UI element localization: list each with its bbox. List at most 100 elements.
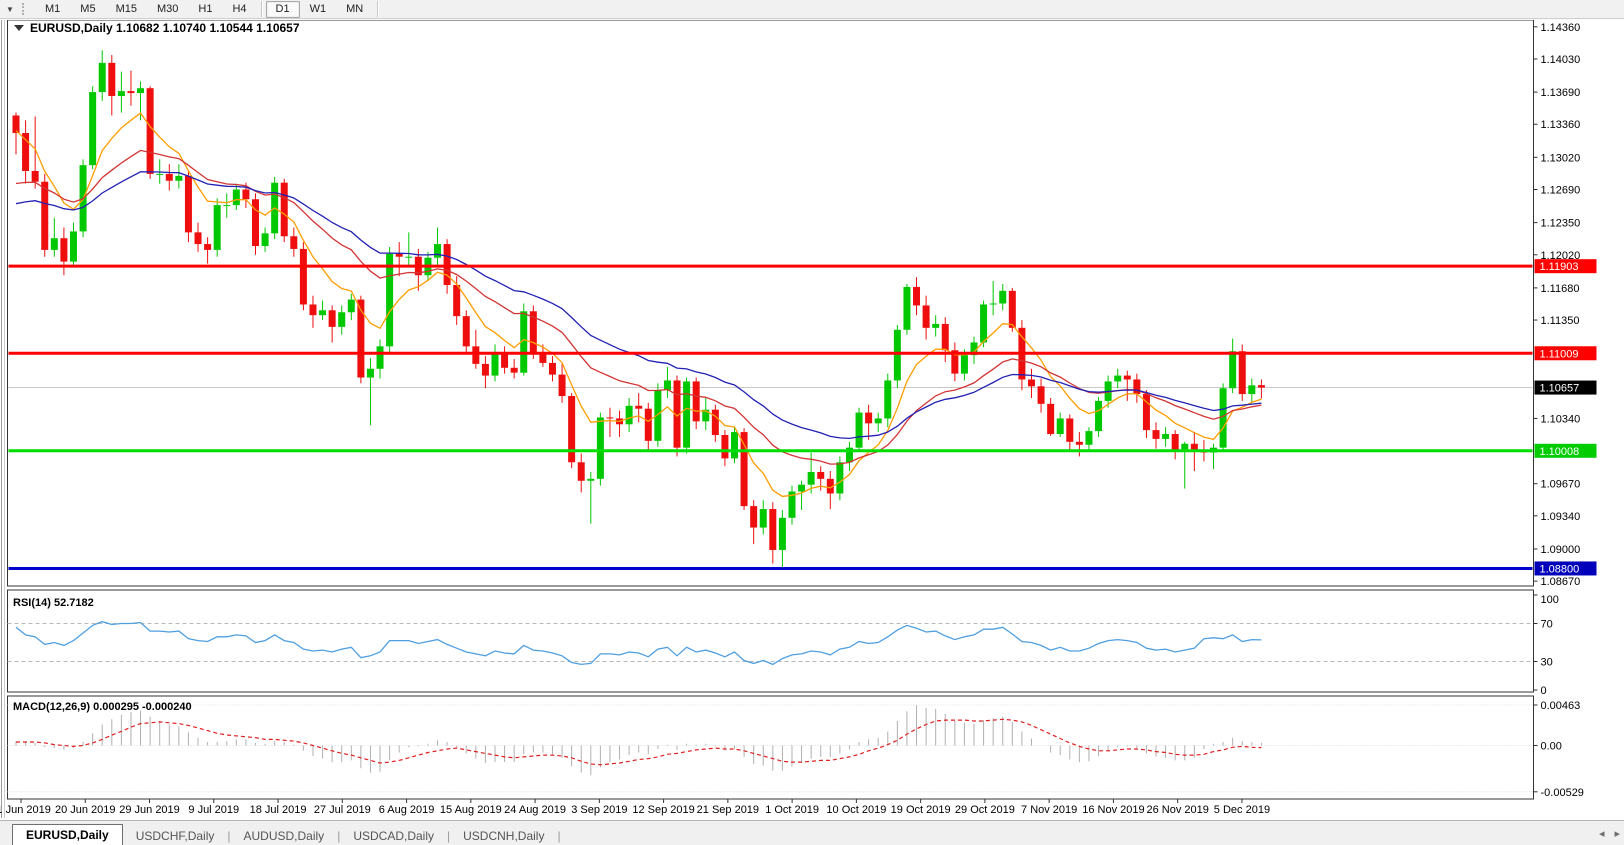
candle-body [999, 291, 1006, 304]
date-axis-label: 21 Sep 2019 [697, 804, 759, 816]
candle-body [262, 233, 269, 246]
candle-body [204, 244, 211, 250]
candle-body [1191, 444, 1198, 450]
candle-body [798, 485, 805, 492]
chart-tabs: EURUSD,DailyUSDCHF,Daily|AUDUSD,Daily|US… [0, 824, 561, 845]
chart-tab-usdcad[interactable]: USDCAD,Daily [340, 827, 447, 845]
timeframe-button-h4[interactable]: H4 [222, 1, 256, 18]
chart-canvas[interactable]: 1.143601.140301.136901.133601.130201.126… [0, 18, 1624, 820]
candle-body [683, 381, 690, 447]
candle-body [1258, 385, 1265, 387]
timeframe-button-d1[interactable]: D1 [266, 1, 300, 18]
toolbar-separator [377, 1, 378, 17]
candle-body [1076, 442, 1083, 445]
candle-body [1038, 386, 1045, 404]
candle-body [32, 171, 39, 182]
price-tag: 1.11903 [1535, 259, 1597, 273]
date-axis-label: 19 Oct 2019 [891, 804, 951, 816]
candle-body [990, 303, 997, 304]
price-axis-label: 1.13360 [1541, 119, 1581, 131]
candle-body [836, 462, 843, 493]
candle-body [568, 396, 575, 462]
candle-body [856, 413, 863, 448]
chart-tabbar: EURUSD,DailyUSDCHF,Daily|AUDUSD,Daily|US… [0, 820, 1624, 845]
rsi-axis-label: 0 [1541, 685, 1547, 697]
candle-body [1066, 418, 1073, 441]
date-axis-label: 29 Jun 2019 [119, 804, 180, 816]
macd-axis-label: 0.00 [1541, 741, 1562, 753]
price-axis-label: 1.09000 [1541, 544, 1581, 556]
candle-body [185, 176, 192, 233]
tab-scroll-right-icon[interactable]: ▸ [1614, 827, 1620, 840]
candle-body [731, 432, 738, 458]
chart-title: EURUSD,Daily 1.10682 1.10740 1.10544 1.1… [14, 21, 300, 35]
date-axis-label: 12 Sep 2019 [632, 804, 694, 816]
candle-body [1047, 404, 1054, 434]
candle-body [300, 249, 307, 305]
candle-body [606, 417, 613, 418]
candle-body [693, 381, 700, 421]
tab-scroll-left-icon[interactable]: ◂ [1599, 827, 1605, 840]
candle-body [195, 232, 202, 244]
macd-axis-label: -0.00529 [1541, 787, 1584, 799]
candle-body [645, 409, 652, 441]
chart-background [0, 18, 1624, 820]
candle-body [214, 205, 221, 250]
timeframe-button-w1[interactable]: W1 [300, 1, 337, 18]
candle-body [865, 413, 872, 424]
candle-body [961, 355, 968, 374]
timeframe-button-h1[interactable]: H1 [188, 1, 222, 18]
candle-body [89, 92, 96, 165]
candle-body [51, 238, 58, 250]
candle-body [405, 257, 412, 258]
candle-body [1229, 351, 1236, 388]
candle-body [511, 368, 518, 373]
candle-body [60, 238, 67, 261]
date-axis-label: 29 Oct 2019 [955, 804, 1015, 816]
chart-tab-usdchf[interactable]: USDCHF,Daily [123, 827, 228, 845]
candle-body [587, 479, 594, 481]
price-axis-label: 1.10340 [1541, 413, 1581, 425]
date-axis-label: 9 Jul 2019 [188, 804, 239, 816]
candle-body [137, 88, 144, 93]
candle-body [463, 316, 470, 346]
chart-tab-audusd[interactable]: AUDUSD,Daily [231, 827, 338, 845]
price-tag-label: 1.11903 [1540, 261, 1579, 273]
timeframe-button-m15[interactable]: M15 [106, 1, 147, 18]
rsi-caption: RSI(14) 52.7182 [13, 597, 94, 609]
rsi-axis-label: 100 [1541, 594, 1559, 606]
price-axis-label: 1.13690 [1541, 87, 1581, 99]
price-tag: 1.11009 [1535, 346, 1597, 360]
candle-body [913, 287, 920, 306]
candle-body [1095, 401, 1102, 431]
candle-body [712, 410, 719, 435]
price-axis-label: 1.14030 [1541, 54, 1581, 66]
candle-body [980, 304, 987, 342]
candle-body [22, 133, 29, 171]
date-axis-label: 11 Jun 2019 [0, 804, 51, 816]
candle-body [1114, 376, 1121, 382]
candle-body [1133, 379, 1140, 394]
date-axis-label: 18 Jul 2019 [250, 804, 307, 816]
candle-body [750, 506, 757, 527]
toolbar-grip-handle[interactable] [22, 3, 29, 15]
candle-body [779, 518, 786, 550]
candle-body [252, 199, 259, 246]
price-tag: 1.10657 [1535, 381, 1597, 395]
price-axis-label: 1.12350 [1541, 218, 1581, 230]
candle-body [242, 190, 249, 200]
timeframe-button-mn[interactable]: MN [336, 1, 373, 18]
date-axis-label: 26 Nov 2019 [1146, 804, 1208, 816]
timeframe-button-m30[interactable]: M30 [147, 1, 188, 18]
candle-body [329, 310, 336, 327]
chart-tab-eurusd[interactable]: EURUSD,Daily [12, 824, 123, 845]
charts-dropdown-button[interactable]: ▼ [0, 1, 20, 17]
price-axis-label: 1.09670 [1541, 479, 1581, 491]
price-axis-label: 1.14360 [1541, 22, 1581, 34]
candle-body [108, 63, 115, 96]
date-axis-label: 15 Aug 2019 [440, 804, 502, 816]
candle-body [309, 304, 316, 315]
chart-tab-usdcnh[interactable]: USDCNH,Daily [450, 827, 557, 845]
timeframe-button-m5[interactable]: M5 [70, 1, 105, 18]
timeframe-button-m1[interactable]: M1 [35, 1, 70, 18]
